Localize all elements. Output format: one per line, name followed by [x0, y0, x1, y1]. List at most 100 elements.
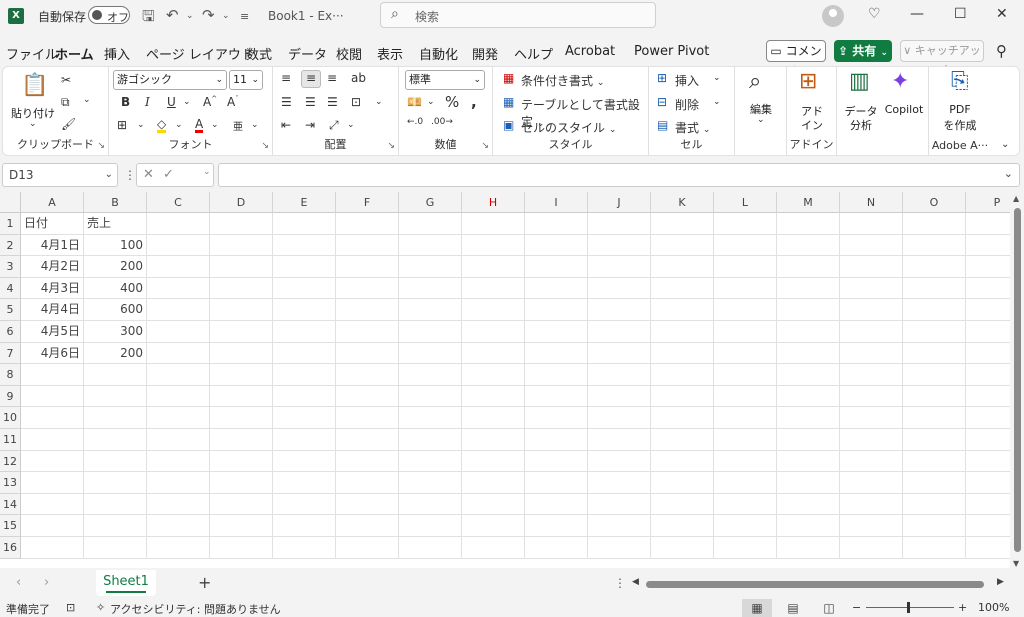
horizontal-scroll-thumb[interactable]: [646, 581, 984, 588]
cell-K6[interactable]: [651, 321, 714, 343]
bold-button[interactable]: B: [121, 95, 130, 109]
cell-K16[interactable]: [651, 537, 714, 559]
cell-J5[interactable]: [588, 299, 651, 321]
cell-L6[interactable]: [714, 321, 777, 343]
column-header[interactable]: F: [336, 192, 399, 213]
cell-J3[interactable]: [588, 256, 651, 278]
conditional-format-button[interactable]: 条件付き書式 ⌄: [521, 72, 604, 89]
cell-O6[interactable]: [903, 321, 966, 343]
cell-K3[interactable]: [651, 256, 714, 278]
cell-P1[interactable]: [966, 213, 1010, 235]
cell-J15[interactable]: [588, 515, 651, 537]
phonetic-icon[interactable]: 亜: [233, 118, 243, 133]
align-center-icon[interactable]: ☰: [305, 95, 316, 109]
cell-M9[interactable]: [777, 385, 840, 408]
cell-E3[interactable]: [273, 256, 336, 278]
underline-button[interactable]: U: [167, 95, 176, 109]
addins-line2[interactable]: イン: [787, 117, 837, 133]
cell-K4[interactable]: [651, 277, 714, 300]
cell-D2[interactable]: [210, 234, 273, 257]
cell-N4[interactable]: [840, 277, 903, 300]
cell-I15[interactable]: [525, 515, 588, 537]
avatar[interactable]: [822, 5, 844, 27]
cell-styles-button[interactable]: セルのスタイル ⌄: [521, 119, 616, 136]
cell-O2[interactable]: [903, 234, 966, 257]
sheet-tab-sheet1[interactable]: Sheet1: [96, 570, 156, 596]
cell-P4[interactable]: [966, 278, 1010, 300]
cell-N12[interactable]: [840, 450, 903, 473]
search-box[interactable]: ⌕ 検索: [380, 2, 656, 28]
cell-J2[interactable]: [588, 234, 651, 257]
cell-J10[interactable]: [588, 407, 651, 429]
cell-G13[interactable]: [399, 472, 462, 494]
cell-K14[interactable]: [651, 493, 714, 516]
row-header[interactable]: 10: [0, 407, 21, 429]
copy-icon[interactable]: ⧉: [61, 95, 70, 110]
cell-D1[interactable]: [210, 213, 273, 235]
cell-E8[interactable]: [273, 364, 336, 386]
row-header[interactable]: 5: [0, 299, 21, 321]
cell-M15[interactable]: [777, 515, 840, 537]
cell-C9[interactable]: [147, 385, 210, 408]
cell-M6[interactable]: [777, 321, 840, 343]
cell-E16[interactable]: [273, 537, 336, 559]
cell-O9[interactable]: [903, 385, 966, 408]
row-header[interactable]: 7: [0, 342, 21, 365]
cell-H8[interactable]: [462, 364, 525, 386]
cell-I4[interactable]: [525, 277, 588, 300]
cell-A7[interactable]: 4月6日: [21, 342, 84, 365]
column-header[interactable]: B: [84, 192, 147, 213]
vertical-scroll-thumb[interactable]: [1014, 208, 1021, 552]
cell-D8[interactable]: [210, 364, 273, 386]
percent-icon[interactable]: %: [445, 93, 459, 111]
cell-J14[interactable]: [588, 493, 651, 516]
tab-developer[interactable]: 開発: [472, 44, 498, 63]
cell-G7[interactable]: [399, 342, 462, 365]
create-pdf-line2[interactable]: を作成: [929, 117, 991, 133]
cell-M11[interactable]: [777, 429, 840, 451]
orientation-icon[interactable]: ⤢: [329, 118, 339, 133]
formula-input[interactable]: ⌄: [218, 163, 1020, 187]
cell-L15[interactable]: [714, 515, 777, 537]
cell-G15[interactable]: [399, 515, 462, 537]
cut-icon[interactable]: ✂: [61, 73, 71, 87]
cell-D7[interactable]: [210, 342, 273, 365]
document-name[interactable]: Book1 ‐ Ex···: [268, 9, 344, 23]
cell-P12[interactable]: [966, 451, 1010, 473]
spreadsheet-grid[interactable]: A B C D E F G H I J K L M N O P 1 日付 売上 2 4月1日 100 3 4月2日 200 4 4月…: [0, 192, 1010, 568]
cell-M10[interactable]: [777, 407, 840, 429]
cell-B8[interactable]: [84, 364, 147, 386]
function-dropdown-icon[interactable]: ⌄: [203, 167, 211, 177]
cell-F11[interactable]: [336, 429, 399, 451]
cell-L1[interactable]: [714, 213, 777, 235]
cell-E12[interactable]: [273, 450, 336, 473]
cell-O1[interactable]: [903, 213, 966, 235]
cell-M1[interactable]: [777, 213, 840, 235]
row-header[interactable]: 9: [0, 385, 21, 408]
tab-page-layout[interactable]: ページ レイアウト: [146, 44, 254, 63]
row-header[interactable]: 1: [0, 213, 21, 235]
addins-icon[interactable]: ⊞: [799, 69, 817, 94]
name-box[interactable]: D13 ⌄: [2, 163, 118, 187]
cell-K7[interactable]: [651, 342, 714, 365]
increase-font-icon[interactable]: A^: [203, 95, 217, 109]
cell-N6[interactable]: [840, 321, 903, 343]
cell-H13[interactable]: [462, 472, 525, 494]
cell-F7[interactable]: [336, 342, 399, 365]
cell-I8[interactable]: [525, 364, 588, 386]
undo-dropdown-icon[interactable]: ⌄: [186, 11, 194, 21]
comma-icon[interactable]: ,: [471, 93, 477, 111]
cell-P10[interactable]: [966, 407, 1010, 429]
cell-I2[interactable]: [525, 234, 588, 257]
row-header[interactable]: 8: [0, 364, 21, 386]
cell-L9[interactable]: [714, 385, 777, 408]
cell-N5[interactable]: [840, 299, 903, 321]
cell-G5[interactable]: [399, 299, 462, 321]
prev-sheet-icon[interactable]: ‹: [16, 575, 21, 590]
cell-D11[interactable]: [210, 429, 273, 451]
cell-F2[interactable]: [336, 234, 399, 257]
cell-I3[interactable]: [525, 256, 588, 278]
cell-B9[interactable]: [84, 385, 147, 408]
cell-C12[interactable]: [147, 450, 210, 473]
row-header[interactable]: 6: [0, 321, 21, 343]
